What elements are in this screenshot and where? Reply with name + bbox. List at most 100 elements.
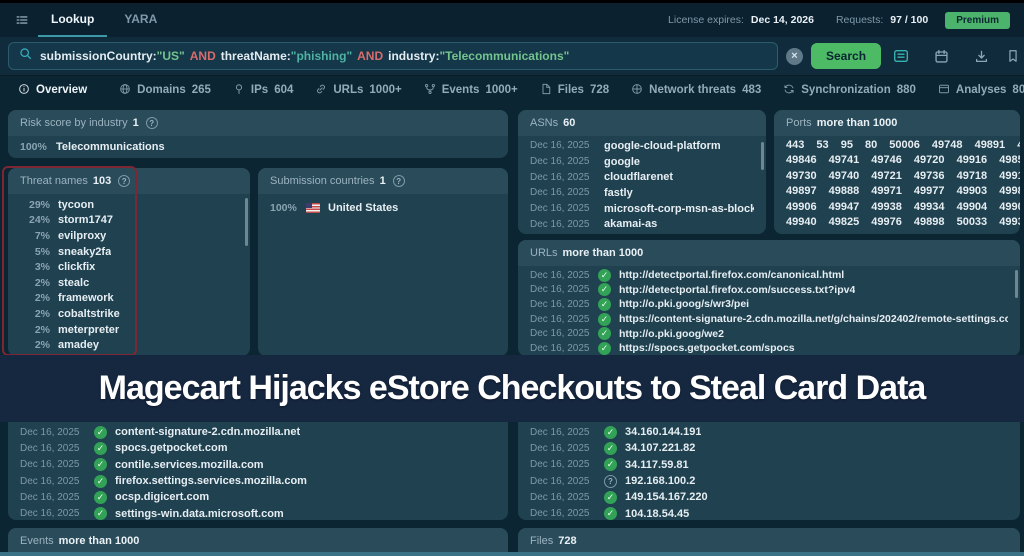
status-ok-icon <box>598 283 611 296</box>
license-label: License expires: <box>668 14 744 26</box>
topbar-tab-lookup[interactable]: Lookup <box>38 3 107 37</box>
row-date: Dec 16, 2025 <box>530 427 596 438</box>
tab-urls[interactable]: URLs 1000+ <box>305 76 411 104</box>
status-icon <box>604 507 617 520</box>
industry-name[interactable]: Telecommunications <box>56 141 165 153</box>
domain-link[interactable]: contile.services.mozilla.com <box>115 459 264 471</box>
ip-link[interactable]: 149.154.167.220 <box>625 491 708 503</box>
help-icon[interactable]: ? <box>393 175 405 187</box>
port-row[interactable]: 49897 49888 49971 49977 49903 49983 <box>774 184 1020 199</box>
domain-link[interactable]: spocs.getpocket.com <box>115 442 227 454</box>
asn-name[interactable]: akamai-as <box>604 218 657 230</box>
panel-header: Files 728 <box>518 528 1020 554</box>
search-button[interactable]: Search <box>811 43 881 69</box>
result-tabbar: Overview Domains 265 IPs 604 URLs 1000+ … <box>0 76 1024 104</box>
threat-name[interactable]: amadey <box>58 339 99 351</box>
table-row: Dec 16, 2025 content-signature-2.cdn.moz… <box>8 424 508 440</box>
tab-overview[interactable]: Overview <box>8 76 97 104</box>
threat-name[interactable]: framework <box>58 292 114 304</box>
horizontal-scrollbar[interactable] <box>0 552 1024 556</box>
ip-link[interactable]: 34.107.221.82 <box>625 442 695 454</box>
panel-count: 728 <box>558 535 576 547</box>
port-row[interactable]: 49906 49947 49938 49934 49904 49908 <box>774 200 1020 215</box>
asn-name[interactable]: fastly <box>604 187 633 199</box>
url-link[interactable]: http://o.pki.goog/s/wr3/pei <box>619 298 749 310</box>
table-row: Dec 16, 2025 firefox.settings.services.m… <box>8 473 508 489</box>
port-row[interactable]: 49846 49741 49746 49720 49916 49854 <box>774 153 1020 168</box>
tab-analyses[interactable]: Analyses 809 <box>928 76 1024 104</box>
domain-link[interactable]: settings-win.data.microsoft.com <box>115 508 284 520</box>
url-link[interactable]: https://spocs.getpocket.com/spocs <box>619 342 795 354</box>
row-date: Dec 16, 2025 <box>530 476 596 487</box>
scrollbar[interactable] <box>761 142 764 170</box>
premium-badge[interactable]: Premium <box>945 12 1010 29</box>
help-icon[interactable]: ? <box>118 175 130 187</box>
table-row: Dec 16, 2025 http://detectportal.firefox… <box>518 283 1020 298</box>
requests-value: 97 / 100 <box>890 14 928 26</box>
ti-lookup-app: Lookup YARA License expires: Dec 14, 202… <box>0 0 1024 556</box>
asn-name[interactable]: google <box>604 156 640 168</box>
threat-name[interactable]: sneaky2fa <box>58 246 111 258</box>
tab-domains[interactable]: Domains 265 <box>109 76 221 104</box>
tab-files[interactable]: Files 728 <box>530 76 619 104</box>
port-row[interactable]: 49940 49825 49976 49898 50033 49939 <box>774 215 1020 230</box>
panel-count: more than 1000 <box>59 535 140 547</box>
calendar-icon[interactable] <box>929 44 953 68</box>
url-link[interactable]: http://o.pki.goog/we2 <box>619 328 724 340</box>
asn-name[interactable]: cloudflarenet <box>604 171 673 183</box>
tab-ips[interactable]: IPs 604 <box>223 76 303 104</box>
download-icon[interactable] <box>969 44 993 68</box>
domain-link[interactable]: ocsp.digicert.com <box>115 491 209 503</box>
port-row[interactable]: 443 53 95 80 50006 49748 49891 49834 <box>774 138 1020 153</box>
ip-link[interactable]: 104.18.54.45 <box>625 508 689 520</box>
query-token: industry: <box>388 49 439 63</box>
ip-link[interactable]: 192.168.100.2 <box>625 475 695 487</box>
port-row[interactable]: 49730 49740 49721 49736 49718 49917 <box>774 169 1020 184</box>
panel-header: ASNs 60 <box>518 110 766 136</box>
status-icon <box>604 491 617 504</box>
url-link[interactable]: http://detectportal.firefox.com/success.… <box>619 284 855 296</box>
threat-name[interactable]: clickfix <box>58 261 95 273</box>
row-percent: 3% <box>20 261 50 273</box>
url-link[interactable]: https://content-signature-2.cdn.mozilla.… <box>619 313 1008 325</box>
help-icon[interactable]: ? <box>146 117 158 129</box>
tab-network-threats[interactable]: Network threats 483 <box>621 76 771 104</box>
threat-name[interactable]: evilproxy <box>58 230 106 242</box>
scrollbar[interactable] <box>245 198 248 246</box>
threat-name[interactable]: meterpreter <box>58 324 119 336</box>
status-ok-icon <box>598 327 611 340</box>
table-row: Dec 16, 2025 microsoft-corp-msn-as-block <box>518 201 766 217</box>
search-input[interactable]: submissionCountry:"US"ANDthreatName:"phi… <box>8 42 778 70</box>
threat-name[interactable]: storm1747 <box>58 214 113 226</box>
clear-search-icon[interactable]: × <box>786 48 803 65</box>
row-date: Dec 16, 2025 <box>20 443 86 454</box>
asn-name[interactable]: google-cloud-platform <box>604 140 721 152</box>
threat-name[interactable]: cobaltstrike <box>58 308 120 320</box>
row-date: Dec 16, 2025 <box>530 270 590 281</box>
status-icon <box>604 426 617 439</box>
scrollbar[interactable] <box>1015 270 1018 298</box>
country-name[interactable]: United States <box>328 202 398 214</box>
menu-icon[interactable] <box>10 8 34 32</box>
ports-panel: Ports more than 1000 443 53 95 80 50006 … <box>774 110 1020 234</box>
row-percent: 2% <box>20 339 50 351</box>
tab-events[interactable]: Events 1000+ <box>414 76 528 104</box>
row-percent: 100% <box>20 141 48 153</box>
threat-name[interactable]: tycoon <box>58 199 94 211</box>
ip-link[interactable]: 34.160.144.191 <box>625 426 701 438</box>
panel-title: Threat names <box>20 175 88 187</box>
domain-link[interactable]: content-signature-2.cdn.mozilla.net <box>115 426 300 438</box>
panel-header: URLs more than 1000 <box>518 240 1020 266</box>
query-presets-icon[interactable] <box>889 44 913 68</box>
topbar-tab-yara[interactable]: YARA <box>111 3 170 37</box>
asn-name[interactable]: microsoft-corp-msn-as-block <box>604 203 754 215</box>
row-date: Dec 16, 2025 <box>20 476 86 487</box>
tab-synchronization[interactable]: Synchronization 880 <box>773 76 926 104</box>
threat-name[interactable]: stealc <box>58 277 89 289</box>
url-list: Dec 16, 2025 http://detectportal.firefox… <box>518 266 1020 356</box>
network-icon <box>631 83 643 98</box>
bookmark-icon[interactable] <box>1001 44 1024 68</box>
domain-link[interactable]: firefox.settings.services.mozilla.com <box>115 475 307 487</box>
url-link[interactable]: http://detectportal.firefox.com/canonica… <box>619 269 844 281</box>
ip-link[interactable]: 34.117.59.81 <box>625 459 689 471</box>
